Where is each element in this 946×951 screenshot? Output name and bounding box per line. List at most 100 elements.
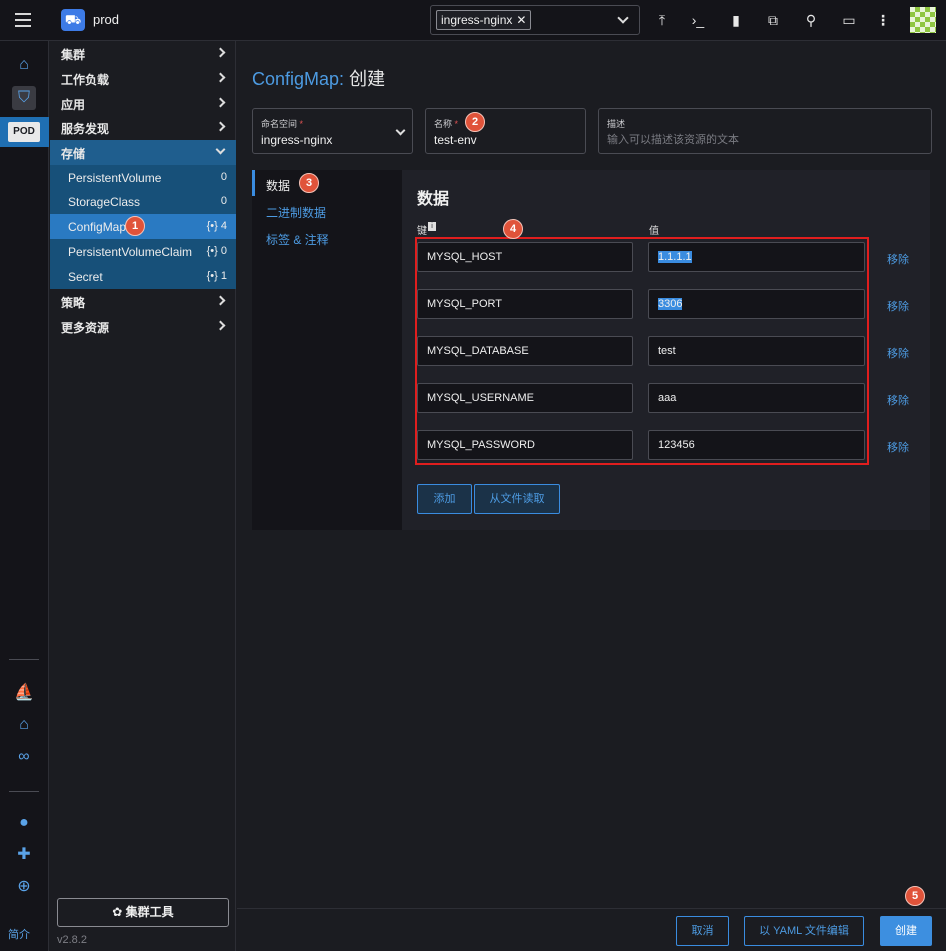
sidebar-item-persistentvolume[interactable]: PersistentVolume 0 [50, 165, 236, 190]
remove-row-button[interactable]: 移除 [887, 298, 909, 314]
cluster-tools-button[interactable]: ✿ 集群工具 [57, 898, 229, 927]
namespace-tag-label: ingress-nginx [441, 13, 513, 27]
nav-group-service-discovery[interactable]: 服务发现 [50, 115, 236, 140]
add-button[interactable]: 添加 [417, 484, 472, 514]
upload-icon[interactable]: ⤒ [650, 8, 674, 32]
nav-group-label: 集群 [61, 48, 86, 62]
more-icon[interactable]: ⋮ [871, 8, 895, 32]
name-value: test-env [434, 133, 477, 147]
page-title-resource[interactable]: ConfigMap: [252, 69, 344, 89]
item-count: {•} 0 [206, 245, 227, 257]
annotation-badge: 5 [905, 886, 925, 906]
home-icon[interactable]: ⌂ [12, 53, 36, 77]
version-label: v2.8.2 [57, 934, 87, 946]
remove-row-button[interactable]: 移除 [887, 345, 909, 361]
user-avatar[interactable] [910, 7, 936, 33]
tab-data[interactable]: 数据 [252, 170, 402, 196]
tab-label: 二进制数据 [266, 206, 327, 220]
name-label: 名称 * [434, 117, 458, 130]
namespace-tag: ingress-nginx ✕ [436, 10, 532, 30]
nav-group-apps[interactable]: 应用 [50, 91, 236, 116]
chevron-down-icon[interactable] [617, 12, 629, 24]
remove-row-button[interactable]: 移除 [887, 251, 909, 267]
book-icon[interactable]: ▭ [837, 8, 861, 32]
tab-labels-annotations[interactable]: 标签 & 注释 [252, 224, 402, 250]
sidebar-item-secret[interactable]: Secret {•} 1 [50, 264, 236, 289]
edit-as-yaml-button[interactable]: 以 YAML 文件编辑 [744, 916, 864, 946]
item-count: 0 [220, 195, 227, 207]
nav-group-cluster[interactable]: 集群 [50, 41, 236, 66]
sidebar-item-label: Secret [68, 270, 103, 284]
key-input[interactable]: MYSQL_HOST [417, 242, 633, 272]
description-label: 描述 [607, 119, 626, 129]
chevron-right-icon [215, 320, 226, 331]
namespace-filter-select[interactable]: ingress-nginx ✕ [430, 5, 640, 35]
remove-tag-icon[interactable]: ✕ [516, 13, 526, 27]
sailboat-icon[interactable]: ⛵ [12, 681, 36, 705]
search-icon[interactable]: ⚲ [799, 8, 823, 32]
cluster-logo-icon: ⛟ [61, 9, 85, 31]
remove-row-button[interactable]: 移除 [887, 392, 909, 408]
description-placeholder: 输入可以描述该资源的文本 [607, 134, 739, 146]
pod-cluster-button[interactable]: POD [0, 117, 49, 147]
nav-group-workloads[interactable]: 工作负载 [50, 66, 236, 91]
description-field[interactable]: 描述 输入可以描述该资源的文本 [598, 108, 932, 154]
chevron-right-icon [215, 121, 226, 132]
value-input[interactable]: aaa [648, 383, 865, 413]
page-title: ConfigMap: 创建 [252, 65, 385, 91]
value-input[interactable]: 3306 [648, 289, 865, 319]
terminal-icon[interactable]: ›_ [686, 8, 710, 32]
cancel-button[interactable]: 取消 [676, 916, 729, 946]
namespace-select[interactable]: 命名空间 * ingress-nginx [252, 108, 413, 154]
value-text: 3306 [658, 298, 683, 310]
divider [9, 791, 39, 792]
cluster-icon[interactable]: ⛉ [12, 86, 36, 110]
chain-icon[interactable]: ∞ [12, 745, 36, 769]
chevron-right-icon [215, 72, 226, 83]
tab-label: 数据 [266, 179, 291, 193]
item-count: {•} 4 [206, 220, 227, 232]
remove-row-button[interactable]: 移除 [887, 439, 909, 455]
sidebar-item-persistentvolumeclaim[interactable]: PersistentVolumeClaim {•} 0 [50, 239, 236, 264]
chevron-right-icon [215, 295, 226, 306]
nav-group-label: 服务发现 [61, 122, 110, 136]
warehouse-icon[interactable]: ⌂ [12, 713, 36, 737]
key-input[interactable]: MYSQL_DATABASE [417, 336, 633, 366]
value-input[interactable]: test [648, 336, 865, 366]
value-input[interactable]: 123456 [648, 430, 865, 460]
read-from-file-button[interactable]: 从文件读取 [474, 484, 560, 514]
file-icon[interactable]: ▮ [724, 8, 748, 32]
key-input[interactable]: MYSQL_USERNAME [417, 383, 633, 413]
icon-rail: ⌂ ⛉ POD ⛵ ⌂ ∞ ● ✚ ⊕ 简介 [0, 41, 49, 951]
section-title: 数据 [417, 191, 450, 208]
tab-binary-data[interactable]: 二进制数据 [252, 197, 402, 223]
top-header: ⛟ prod ingress-nginx ✕ ⤒ ›_ ▮ ⧉ ⚲ ▭ ⋮ [0, 0, 946, 41]
page-title-action: 创建 [349, 69, 386, 89]
namespace-label-text: 命名空间 [261, 119, 298, 129]
nav-group-storage[interactable]: 存储 [50, 140, 236, 165]
sidebar-item-storageclass[interactable]: StorageClass 0 [50, 189, 236, 214]
puzzle-icon[interactable]: ✚ [12, 843, 36, 867]
about-link[interactable]: 简介 [8, 926, 30, 942]
annotation-badge: 2 [465, 112, 485, 132]
hamburger-menu-icon[interactable] [15, 13, 31, 27]
key-input[interactable]: MYSQL_PASSWORD [417, 430, 633, 460]
chevron-down-icon [395, 125, 406, 136]
cluster-name: prod [93, 12, 120, 27]
copy-icon[interactable]: ⧉ [761, 8, 785, 32]
nav-group-label: 策略 [61, 296, 86, 310]
globe-icon[interactable]: ⊕ [12, 875, 36, 899]
nav-group-more-resources[interactable]: 更多资源 [50, 314, 236, 339]
tab-label: 标签 & 注释 [266, 233, 329, 247]
name-field[interactable]: 名称 * test-env [425, 108, 586, 154]
info-icon[interactable]: i [428, 222, 436, 231]
create-button[interactable]: 创建 [880, 916, 932, 946]
key-input[interactable]: MYSQL_PORT [417, 289, 633, 319]
annotation-badge: 3 [299, 173, 319, 193]
value-input[interactable]: 1.1.1.1 [648, 242, 865, 272]
user-icon[interactable]: ● [12, 811, 36, 835]
side-nav: 集群 工作负载 应用 服务发现 存储 PersistentVolume 0 Sto… [50, 41, 236, 951]
nav-group-policy[interactable]: 策略 [50, 289, 236, 314]
value-text: 1.1.1.1 [658, 251, 692, 263]
sidebar-item-label: ConfigMap [68, 220, 127, 234]
